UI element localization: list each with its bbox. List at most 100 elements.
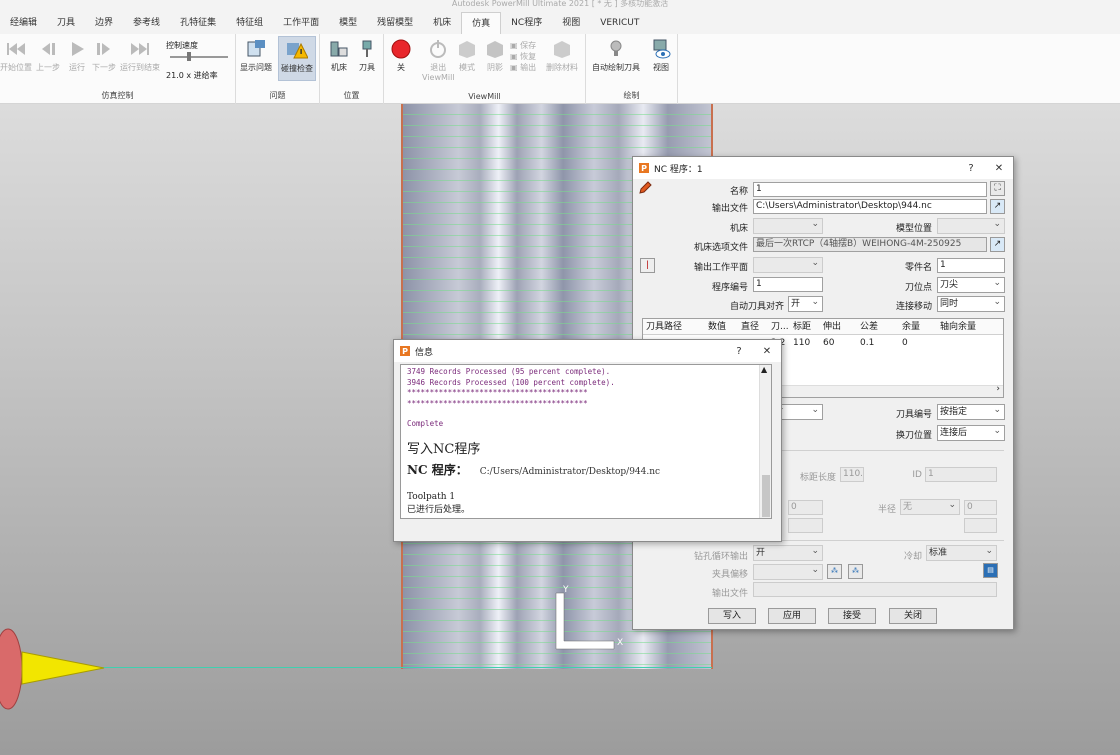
tab-1[interactable]: 刀具 [47, 12, 85, 34]
table-header-cell[interactable]: 刀具路径 [643, 319, 705, 334]
connect-move-select[interactable]: 同时 [937, 295, 1005, 312]
thermometer-button[interactable]: ǀ [640, 258, 655, 273]
ribbon-tabs: 经编辑 刀具 边界 参考线 孔特征集 特征组 工作平面 模型 残留模型 机床 仿真 NC程序 视图 VER… [0, 10, 1120, 34]
fixture-table-button[interactable]: ▤ [983, 563, 998, 578]
output-plane-select[interactable] [753, 256, 823, 273]
table-header-cell[interactable]: 伸出 [820, 319, 857, 334]
run-button[interactable]: 运行 [66, 38, 88, 73]
tab-8[interactable]: 残留模型 [367, 12, 423, 34]
binoculars-icon: ⛶ [994, 183, 1001, 193]
tool-point-select[interactable]: 刀尖 [937, 276, 1005, 293]
help-icon[interactable]: ? [725, 346, 753, 357]
output-file-2-field[interactable] [753, 582, 997, 597]
table-header-cell[interactable]: 标距 [790, 319, 820, 334]
output-file-field[interactable]: C:\Users\Administrator\Desktop\944.nc [753, 199, 987, 214]
run-to-end-button[interactable]: 运行到结束 [120, 38, 160, 73]
info-scrollbar[interactable]: ▲ [759, 365, 771, 518]
drill-cycle-select[interactable]: 开 [753, 544, 823, 561]
scrollbar-thumb[interactable] [762, 475, 770, 517]
tab-4[interactable]: 孔特征集 [170, 12, 226, 34]
model-position-select[interactable] [937, 217, 1005, 234]
tab-0[interactable]: 经编辑 [0, 12, 47, 34]
postprocess-done: 已进行后处理。 [407, 504, 471, 515]
browse-output-button[interactable]: ↗ [990, 199, 1005, 214]
shading-button[interactable]: 阴影 [484, 38, 506, 73]
info-dialog-titlebar[interactable]: P 信息 ? ✕ [394, 340, 781, 362]
nc-dialog-title: NC 程序：1 [654, 164, 703, 175]
machine-position-button[interactable]: 机床 [328, 38, 350, 73]
apply-button[interactable]: 应用 [768, 608, 816, 624]
tab-2[interactable]: 边界 [85, 12, 123, 34]
tab-9[interactable]: 机床 [423, 12, 461, 34]
stop-red-icon [390, 38, 412, 60]
speed-slider[interactable] [170, 52, 228, 61]
tab-12[interactable]: 视图 [552, 12, 590, 34]
group-viewmill: 关 退出 ViewMill 模式 阴影 ▣ 保存 ▣ 恢复 ▣ 输出 删除材料 … [384, 34, 586, 104]
gauge-length-field[interactable]: 110.0 [840, 467, 864, 482]
tab-3[interactable]: 参考线 [123, 12, 170, 34]
collision-check-button[interactable]: 碰撞检查 [278, 36, 316, 81]
viewmill-off-button[interactable]: 关 [390, 38, 412, 73]
export-action[interactable]: ▣ 输出 [510, 62, 536, 73]
table-header-cell[interactable]: 刀... [768, 319, 790, 334]
name-lookup-button[interactable]: ⛶ [990, 181, 1005, 196]
coolant-select[interactable]: 标准 [926, 544, 997, 561]
part-name-field[interactable]: 1 [937, 258, 1005, 273]
auto-align-select[interactable]: 开 [788, 295, 823, 312]
table-header-cell[interactable]: 轴向余量 [937, 319, 987, 334]
show-problems-button[interactable]: 显示问题 [240, 38, 272, 73]
nc-dialog-titlebar[interactable]: P NC 程序：1 ? ✕ [633, 157, 1013, 179]
browse-option-button[interactable]: ↗ [990, 237, 1005, 252]
fixture-offset-select[interactable] [753, 563, 823, 580]
exit-viewmill-button[interactable]: 退出 ViewMill [422, 38, 455, 82]
close-icon[interactable]: ✕ [753, 346, 781, 357]
accept-button[interactable]: 接受 [828, 608, 876, 624]
write-button[interactable]: 写入 [708, 608, 756, 624]
offset-field-1[interactable]: 0 [788, 500, 823, 515]
next-step-button[interactable]: 下一步 [92, 38, 116, 73]
skip-start-icon [5, 38, 27, 60]
edit-pencil-icon[interactable] [638, 181, 652, 195]
option-file-field[interactable]: 最后一次RTCP（4轴摆B）WEIHONG-4M-250925 [753, 237, 987, 252]
tab-7[interactable]: 模型 [329, 12, 367, 34]
table-header-cell[interactable]: 余量 [899, 319, 937, 334]
restore-action[interactable]: ▣ 恢复 [510, 51, 536, 62]
help-icon[interactable]: ? [957, 163, 985, 174]
close-button[interactable]: 关闭 [889, 608, 937, 624]
info-log-area[interactable]: 3749 Records Processed (95 percent compl… [400, 364, 772, 519]
tool-number-select[interactable]: 按指定 [937, 403, 1005, 420]
tool-position-button[interactable]: 刀具 [356, 38, 378, 73]
id-field[interactable]: 1 [925, 467, 997, 482]
table-header-cell[interactable]: 直径 [738, 319, 768, 334]
table-header-cell[interactable]: 公差 [857, 319, 899, 334]
radius-select[interactable]: 无 [900, 498, 960, 515]
tool-change-select[interactable]: 连接后 [937, 424, 1005, 441]
table-header-cell[interactable]: 数值 [705, 319, 738, 334]
view-button[interactable]: 视图 [650, 38, 672, 73]
scroll-right-icon[interactable]: › [996, 384, 1000, 394]
program-number-field[interactable]: 1 [753, 277, 823, 292]
tab-11[interactable]: NC程序 [501, 12, 552, 34]
auto-draw-tool-button[interactable]: 自动绘制刀具 [592, 38, 640, 73]
close-icon[interactable]: ✕ [985, 163, 1013, 174]
start-position-button[interactable]: 开始位置 [0, 38, 32, 73]
mode-button[interactable]: 模式 [456, 38, 478, 73]
tab-6[interactable]: 工作平面 [273, 12, 329, 34]
radius-value-field[interactable]: 0 [964, 500, 997, 515]
tab-13[interactable]: VERICUT [590, 12, 649, 34]
output-plane-label: 输出工作平面 [693, 263, 748, 273]
offset-field-2[interactable] [788, 518, 823, 533]
skip-end-icon [129, 38, 151, 60]
fixture-add-button[interactable]: ⁂ [827, 564, 842, 579]
prev-step-button[interactable]: 上一步 [36, 38, 60, 73]
name-field[interactable]: 1 [753, 182, 987, 197]
fixture-edit-button[interactable]: ⁂ [848, 564, 863, 579]
save-action[interactable]: ▣ 保存 [510, 40, 536, 51]
tab-5[interactable]: 特征组 [226, 12, 273, 34]
tab-10[interactable]: 仿真 [461, 12, 502, 34]
radius-value-field-2[interactable] [964, 518, 997, 533]
machine-select[interactable] [753, 217, 823, 234]
scroll-up-icon[interactable]: ▲ [761, 365, 767, 374]
delete-material-button[interactable]: 删除材料 [546, 38, 578, 73]
speed-slider-thumb[interactable] [187, 52, 191, 61]
